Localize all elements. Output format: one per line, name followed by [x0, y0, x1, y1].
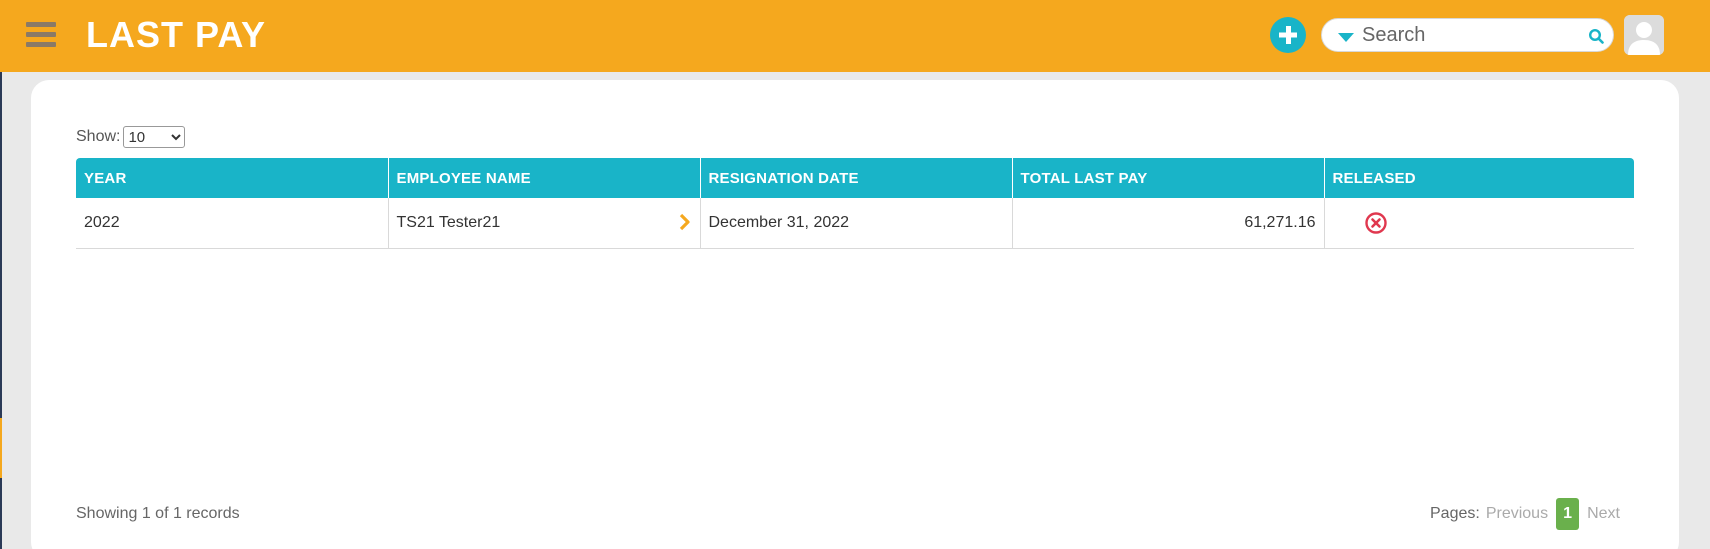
page-size-control: Show: 10 — [76, 126, 186, 148]
column-header-employee-name[interactable]: EMPLOYEE NAME — [387, 158, 700, 198]
pagination: Pages: Previous 1 Next — [1430, 498, 1620, 530]
table-row[interactable]: 2022 TS21 Tester21 December 31, 2022 61,… — [76, 198, 1634, 249]
show-label: Show: — [76, 128, 121, 145]
total-last-pay-cell: 61,271.16 — [1011, 198, 1324, 249]
employee-name-cell[interactable]: TS21 Tester21 — [387, 198, 700, 249]
column-header-released[interactable]: RELEASED — [1323, 158, 1634, 198]
user-avatar-icon — [1624, 15, 1664, 55]
user-avatar[interactable] — [1624, 15, 1664, 55]
column-header-resignation-date[interactable]: RESIGNATION DATE — [699, 158, 1012, 198]
year-cell: 2022 — [76, 198, 388, 249]
search-icon[interactable] — [1588, 28, 1604, 44]
left-edge-accent — [0, 418, 2, 478]
chevron-right-icon[interactable] — [678, 213, 692, 231]
page-size-select[interactable]: 10 — [123, 126, 186, 148]
previous-page-link[interactable]: Previous — [1486, 505, 1548, 523]
column-header-total-last-pay[interactable]: TOTAL LAST PAY — [1011, 158, 1324, 198]
page-1-button[interactable]: 1 — [1556, 498, 1580, 530]
pages-label: Pages: — [1430, 505, 1480, 522]
page-title: LAST PAY — [86, 14, 267, 55]
search-filter-dropdown-icon[interactable] — [1338, 33, 1354, 42]
not-released-x-icon — [1364, 212, 1387, 234]
resignation-date-cell: December 31, 2022 — [699, 198, 1012, 249]
plus-icon — [1279, 26, 1297, 44]
search-box — [1321, 18, 1614, 52]
released-cell — [1323, 198, 1634, 249]
column-header-year[interactable]: YEAR — [76, 158, 388, 198]
search-input[interactable] — [1362, 23, 1572, 47]
records-summary: Showing 1 of 1 records — [76, 505, 240, 522]
last-pay-table: YEAR EMPLOYEE NAME RESIGNATION DATE TOTA… — [76, 158, 1634, 249]
add-button[interactable] — [1270, 17, 1306, 53]
content-panel — [31, 80, 1679, 549]
next-page-link[interactable]: Next — [1587, 505, 1620, 523]
hamburger-icon[interactable] — [26, 22, 56, 48]
employee-name: TS21 Tester21 — [396, 213, 501, 231]
top-bar: LAST PAY — [0, 0, 1710, 72]
table-header-row: YEAR EMPLOYEE NAME RESIGNATION DATE TOTA… — [76, 158, 1634, 198]
